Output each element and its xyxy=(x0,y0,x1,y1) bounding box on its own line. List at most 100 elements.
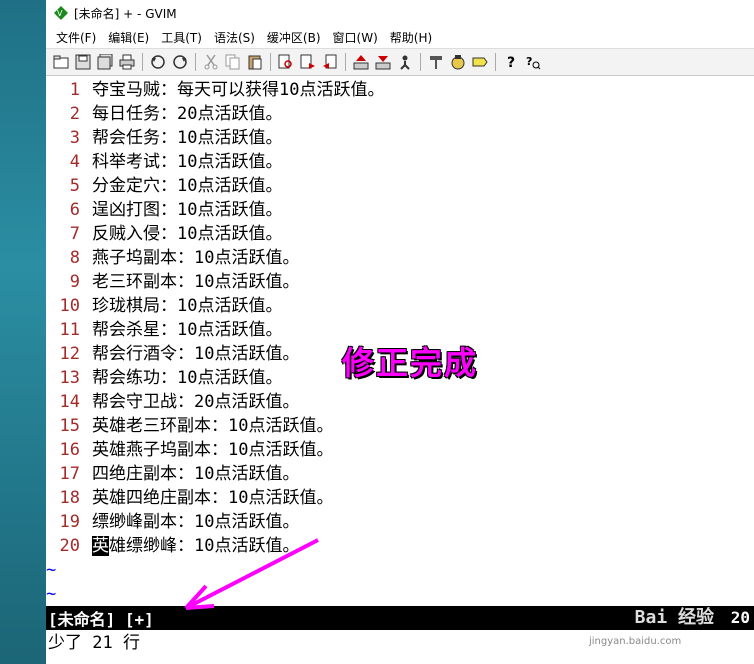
find-prev-icon[interactable] xyxy=(320,52,340,72)
line-number: 17 xyxy=(59,464,80,484)
toolbar-separator xyxy=(420,53,421,71)
editor-line: 16 英雄燕子坞副本：10点活跃值。 xyxy=(46,438,754,462)
gvim-window: V [未命名] + - GVIM 文件(F) 编辑(E) 工具(T) 语法(S)… xyxy=(46,0,754,664)
editor-line: 20 英雄缥缈峰：10点活跃值。 xyxy=(46,534,754,558)
line-number: 13 xyxy=(59,368,80,388)
line-text: 帮会练功：10点活跃值。 xyxy=(92,368,283,388)
line-number: 12 xyxy=(59,344,80,364)
line-text: 缥缈峰副本：10点活跃值。 xyxy=(92,512,300,532)
line-text: 帮会守卫战：20点活跃值。 xyxy=(92,392,300,412)
toolbar-separator xyxy=(142,53,143,71)
undo-icon[interactable] xyxy=(148,52,168,72)
line-text: 四绝庄副本：10点活跃值。 xyxy=(92,464,300,484)
line-number: 16 xyxy=(59,440,80,460)
line-number: 11 xyxy=(59,320,80,340)
cut-icon[interactable] xyxy=(201,52,221,72)
toolbar-separator xyxy=(495,53,496,71)
save-icon[interactable] xyxy=(73,52,93,72)
save-session-icon[interactable] xyxy=(373,52,393,72)
toolbar-separator xyxy=(270,53,271,71)
line-number: 6 xyxy=(69,200,80,220)
svg-text:?: ? xyxy=(526,55,532,68)
menu-window[interactable]: 窗口(W) xyxy=(327,29,384,46)
line-text: 反贼入侵：10点活跃值。 xyxy=(92,224,283,244)
empty-line-tilde: ~ xyxy=(46,560,57,580)
line-number: 9 xyxy=(69,272,80,292)
save-all-icon[interactable] xyxy=(95,52,115,72)
editor-line: 19 缥缈峰副本：10点活跃值。 xyxy=(46,510,754,534)
make-icon[interactable] xyxy=(426,52,446,72)
toolbar: ? ? xyxy=(46,48,754,76)
line-number: 1 xyxy=(69,80,80,100)
text-cursor: 英 xyxy=(92,536,109,556)
vim-app-icon: V xyxy=(54,6,68,20)
line-text: 燕子坞副本：10点活跃值。 xyxy=(92,248,300,268)
editor-line: 5 分金定穴：10点活跃值。 xyxy=(46,174,754,198)
toolbar-separator xyxy=(345,53,346,71)
annotation-text: 修正完成 xyxy=(342,344,479,382)
baidu-watermark: Bai 经验 xyxy=(634,607,714,628)
load-session-icon[interactable] xyxy=(351,52,371,72)
copy-icon[interactable] xyxy=(223,52,243,72)
menu-edit[interactable]: 编辑(E) xyxy=(102,29,155,46)
editor-line: 17 四绝庄副本：10点活跃值。 xyxy=(46,462,754,486)
print-icon[interactable] xyxy=(117,52,137,72)
desktop-background xyxy=(0,0,46,664)
empty-line-tilde: ~ xyxy=(46,584,57,604)
editor-line: 3 帮会任务：10点活跃值。 xyxy=(46,126,754,150)
line-text-rest: 雄缥缈峰：10点活跃值。 xyxy=(109,536,300,556)
line-text: 科举考试：10点活跃值。 xyxy=(92,152,283,172)
line-number: 2 xyxy=(69,104,80,124)
help-icon[interactable]: ? xyxy=(501,52,521,72)
baidu-watermark-url: jingyan.baidu.com xyxy=(589,636,682,647)
editor-line: 15 英雄老三环副本：10点活跃值。 xyxy=(46,414,754,438)
line-number: 10 xyxy=(59,296,80,316)
line-number: 5 xyxy=(69,176,80,196)
line-number: 7 xyxy=(69,224,80,244)
line-number: 15 xyxy=(59,416,80,436)
title-bar[interactable]: V [未命名] + - GVIM xyxy=(46,0,754,26)
editor-line: 7 反贼入侵：10点活跃值。 xyxy=(46,222,754,246)
tag-icon[interactable] xyxy=(470,52,490,72)
svg-text:?: ? xyxy=(507,55,515,70)
editor-line: 14 帮会守卫战：20点活跃值。 xyxy=(46,390,754,414)
line-number: 19 xyxy=(59,512,80,532)
menu-buffers[interactable]: 缓冲区(B) xyxy=(261,29,327,46)
line-text: 珍珑棋局：10点活跃值。 xyxy=(92,296,283,316)
toolbar-separator xyxy=(195,53,196,71)
line-text: 英雄四绝庄副本：10点活跃值。 xyxy=(92,488,334,508)
editor-line: 18 英雄四绝庄副本：10点活跃值。 xyxy=(46,486,754,510)
line-text: 分金定穴：10点活跃值。 xyxy=(92,176,283,196)
find-next-icon[interactable] xyxy=(298,52,318,72)
line-text: 夺宝马贼：每天可以获得10点活跃值。 xyxy=(92,80,385,100)
paste-icon[interactable] xyxy=(245,52,265,72)
line-text: 老三环副本：10点活跃值。 xyxy=(92,272,300,292)
window-title: [未命名] + - GVIM xyxy=(74,6,177,21)
svg-text:V: V xyxy=(57,9,63,18)
line-text: 英雄燕子坞副本：10点活跃值。 xyxy=(92,440,334,460)
line-number: 3 xyxy=(69,128,80,148)
editor-line: 6 逞凶打图：10点活跃值。 xyxy=(46,198,754,222)
shell-icon[interactable] xyxy=(448,52,468,72)
editor-line: 10 珍珑棋局：10点活跃值。 xyxy=(46,294,754,318)
menu-help[interactable]: 帮助(H) xyxy=(384,29,438,46)
line-text: 帮会行酒令：10点活跃值。 xyxy=(92,344,300,364)
menu-tools[interactable]: 工具(T) xyxy=(155,29,208,46)
status-position: 20 xyxy=(730,608,750,627)
line-text: 帮会任务：10点活跃值。 xyxy=(92,128,283,148)
open-icon[interactable] xyxy=(51,52,71,72)
line-text: 每日任务：20点活跃值。 xyxy=(92,104,283,124)
editor-line: 1 夺宝马贼：每天可以获得10点活跃值。 xyxy=(46,78,754,102)
find-help-icon[interactable]: ? xyxy=(523,52,543,72)
line-number: 8 xyxy=(69,248,80,268)
line-text: 逞凶打图：10点活跃值。 xyxy=(92,200,283,220)
editor-line: 9 老三环副本：10点活跃值。 xyxy=(46,270,754,294)
redo-icon[interactable] xyxy=(170,52,190,72)
line-number: 20 xyxy=(59,536,80,556)
editor-line: 2 每日任务：20点活跃值。 xyxy=(46,102,754,126)
menu-syntax[interactable]: 语法(S) xyxy=(208,29,261,46)
run-script-icon[interactable] xyxy=(395,52,415,72)
menu-file[interactable]: 文件(F) xyxy=(50,29,102,46)
status-filename: [未命名] [+] xyxy=(48,610,154,629)
find-replace-icon[interactable] xyxy=(276,52,296,72)
